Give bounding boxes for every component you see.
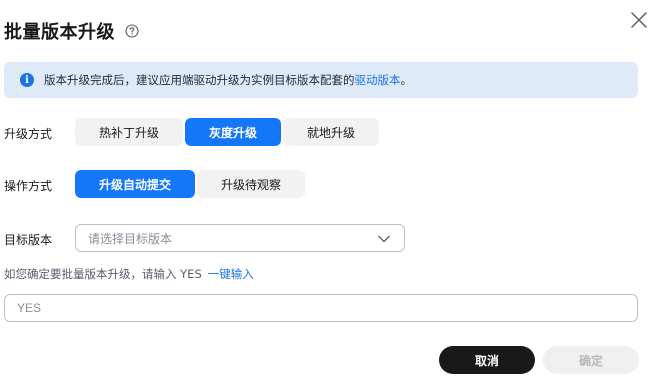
confirm-yes-input[interactable] [4,294,638,322]
alert-text: 版本升级完成后，建议应用端驱动升级为实例目标版本配套的 [44,73,355,87]
option-wait-observe[interactable]: 升级待观察 [197,170,305,198]
option-hotpatch-upgrade[interactable]: 热补丁升级 [75,118,183,146]
target-version-label: 目标版本 [4,233,53,247]
one-click-fill-link[interactable]: 一键输入 [208,267,254,281]
confirm-prompt: 如您确定要批量版本升级，请输入 YES 一键输入 [4,266,254,282]
dialog-title: 批量版本升级 [4,22,115,43]
close-icon[interactable] [628,9,650,31]
option-gray-upgrade[interactable]: 灰度升级 [185,118,281,146]
batch-upgrade-dialog: 批量版本升级 i 版本升级完成后，建议应用端驱动升级为实例目标版本配套的 驱动版本… [0,0,659,390]
target-version-select[interactable]: 请选择目标版本 [75,224,405,252]
cancel-button[interactable]: 取消 [439,346,535,374]
confirm-button[interactable]: 确定 [543,346,639,374]
operation-method-label: 操作方式 [4,179,53,193]
help-icon[interactable] [125,24,139,38]
chevron-down-icon [378,233,390,243]
upgrade-method-label: 升级方式 [4,127,53,141]
operation-method-segmented: 升级自动提交 升级待观察 [75,170,305,198]
driver-version-link[interactable]: 驱动版本 [355,72,401,88]
target-version-placeholder: 请选择目标版本 [88,231,173,246]
info-alert: i 版本升级完成后，建议应用端驱动升级为实例目标版本配套的 驱动版本。 [4,62,638,98]
option-auto-commit[interactable]: 升级自动提交 [75,170,195,198]
upgrade-method-segmented: 热补丁升级 灰度升级 就地升级 [75,118,379,146]
option-inplace-upgrade[interactable]: 就地升级 [283,118,379,146]
alert-suffix: 。 [400,73,413,87]
info-icon: i [20,73,34,87]
dialog-header: 批量版本升级 [4,18,139,44]
confirm-prompt-text: 如您确定要批量版本升级，请输入 YES [4,267,202,281]
